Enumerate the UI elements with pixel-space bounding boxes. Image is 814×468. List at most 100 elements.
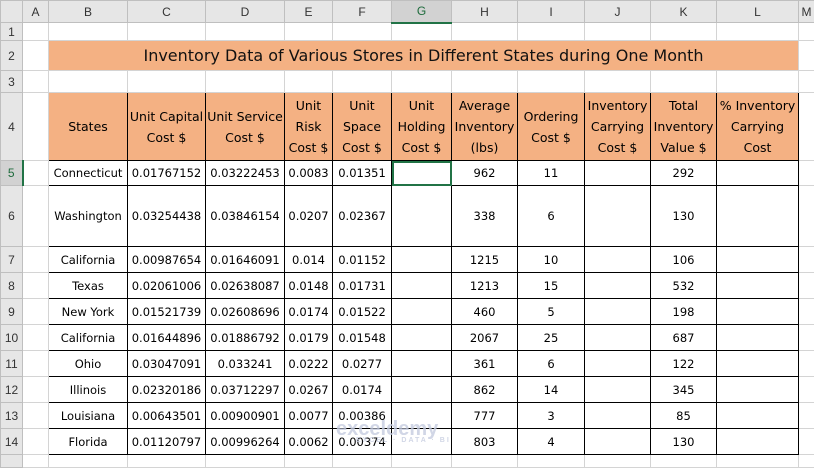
data-cell[interactable]: 0.02061006 <box>128 273 206 299</box>
state-cell[interactable]: Ohio <box>49 351 128 377</box>
data-cell[interactable]: 130 <box>651 186 717 247</box>
empty-cell[interactable] <box>333 455 392 468</box>
column-header-c[interactable]: C <box>128 1 206 23</box>
data-cell[interactable]: 130 <box>651 429 717 455</box>
data-cell[interactable] <box>585 273 651 299</box>
data-cell[interactable] <box>717 429 799 455</box>
empty-cell[interactable] <box>128 71 206 93</box>
data-cell[interactable] <box>585 247 651 273</box>
data-cell[interactable]: 2067 <box>452 325 518 351</box>
state-cell[interactable]: California <box>49 325 128 351</box>
cell-a11[interactable] <box>23 351 49 377</box>
state-cell[interactable]: Connecticut <box>49 161 128 186</box>
empty-cell[interactable] <box>333 71 392 93</box>
column-header-a[interactable]: A <box>23 1 49 23</box>
data-cell[interactable]: 0.01152 <box>333 247 392 273</box>
column-header-e[interactable]: E <box>285 1 333 23</box>
data-cell[interactable]: 0.0174 <box>333 377 392 403</box>
data-cell[interactable] <box>392 351 452 377</box>
empty-cell[interactable] <box>452 71 518 93</box>
column-header-i[interactable]: I <box>518 1 585 23</box>
data-cell[interactable]: 0.0077 <box>285 403 333 429</box>
column-header-b[interactable]: B <box>49 1 128 23</box>
cell-a1[interactable] <box>23 23 49 41</box>
data-cell[interactable]: 106 <box>651 247 717 273</box>
cell-a5[interactable] <box>23 161 49 186</box>
data-cell[interactable]: 0.01521739 <box>128 299 206 325</box>
row-header-2[interactable]: 2 <box>1 41 23 71</box>
data-cell[interactable]: 460 <box>452 299 518 325</box>
data-cell[interactable]: 0.02367 <box>333 186 392 247</box>
data-cell[interactable]: 0.03254438 <box>128 186 206 247</box>
data-cell[interactable]: 0.02608696 <box>206 299 285 325</box>
state-cell[interactable]: Texas <box>49 273 128 299</box>
table-header-6[interactable]: Average Inventory (lbs) <box>452 93 518 161</box>
cell-m8[interactable] <box>799 273 814 299</box>
data-cell[interactable] <box>717 325 799 351</box>
data-cell[interactable]: 0.01120797 <box>128 429 206 455</box>
cell-m10[interactable] <box>799 325 814 351</box>
column-header-d[interactable]: D <box>206 1 285 23</box>
data-cell[interactable] <box>717 351 799 377</box>
row-header-1[interactable]: 1 <box>1 23 23 41</box>
data-cell[interactable]: 532 <box>651 273 717 299</box>
data-cell[interactable] <box>717 161 799 186</box>
empty-cell[interactable] <box>206 23 285 41</box>
empty-cell[interactable] <box>518 23 585 41</box>
column-header-g[interactable]: G <box>392 1 452 23</box>
state-cell[interactable]: Washington <box>49 186 128 247</box>
data-cell[interactable] <box>717 403 799 429</box>
data-cell[interactable]: 0.03712297 <box>206 377 285 403</box>
empty-cell[interactable] <box>518 455 585 468</box>
data-cell[interactable]: 0.00374 <box>333 429 392 455</box>
data-cell[interactable]: 0.00996264 <box>206 429 285 455</box>
cell-a2[interactable] <box>23 41 49 71</box>
empty-cell[interactable] <box>392 23 452 41</box>
data-cell[interactable] <box>717 273 799 299</box>
table-header-3[interactable]: Unit Risk Cost $ <box>285 93 333 161</box>
data-cell[interactable] <box>392 273 452 299</box>
data-cell[interactable] <box>585 377 651 403</box>
data-cell[interactable]: 0.03222453 <box>206 161 285 186</box>
empty-cell[interactable] <box>206 455 285 468</box>
data-cell[interactable]: 0.01548 <box>333 325 392 351</box>
cell-m11[interactable] <box>799 351 814 377</box>
data-cell[interactable] <box>585 325 651 351</box>
data-cell[interactable]: 0.014 <box>285 247 333 273</box>
data-cell[interactable]: 0.01644896 <box>128 325 206 351</box>
data-cell[interactable]: 14 <box>518 377 585 403</box>
empty-cell[interactable] <box>651 455 717 468</box>
data-cell[interactable]: 0.03047091 <box>128 351 206 377</box>
data-cell[interactable]: 345 <box>651 377 717 403</box>
state-cell[interactable]: Florida <box>49 429 128 455</box>
data-cell[interactable] <box>392 299 452 325</box>
cell-m7[interactable] <box>799 247 814 273</box>
data-cell[interactable] <box>717 377 799 403</box>
data-cell[interactable] <box>585 351 651 377</box>
data-cell[interactable]: 0.0222 <box>285 351 333 377</box>
state-cell[interactable]: New York <box>49 299 128 325</box>
data-cell[interactable]: 5 <box>518 299 585 325</box>
data-cell[interactable] <box>585 186 651 247</box>
table-header-0[interactable]: States <box>49 93 128 161</box>
data-cell[interactable] <box>585 429 651 455</box>
data-cell[interactable]: 0.02638087 <box>206 273 285 299</box>
empty-cell[interactable] <box>717 23 799 41</box>
data-cell[interactable] <box>585 161 651 186</box>
cell-m13[interactable] <box>799 403 814 429</box>
empty-cell[interactable] <box>49 455 128 468</box>
empty-cell[interactable] <box>392 71 452 93</box>
data-cell[interactable]: 0.0179 <box>285 325 333 351</box>
data-cell[interactable] <box>392 377 452 403</box>
row-header-13[interactable]: 13 <box>1 403 23 429</box>
empty-cell[interactable] <box>518 71 585 93</box>
table-header-4[interactable]: Unit Space Cost $ <box>333 93 392 161</box>
data-cell[interactable]: 862 <box>452 377 518 403</box>
empty-cell[interactable] <box>285 71 333 93</box>
sheet-title[interactable]: Inventory Data of Various Stores in Diff… <box>49 41 799 71</box>
column-header-h[interactable]: H <box>452 1 518 23</box>
data-cell[interactable]: 0.01351 <box>333 161 392 186</box>
data-cell[interactable] <box>717 247 799 273</box>
select-all-corner[interactable] <box>1 1 23 23</box>
column-header-m[interactable]: M <box>799 1 814 23</box>
